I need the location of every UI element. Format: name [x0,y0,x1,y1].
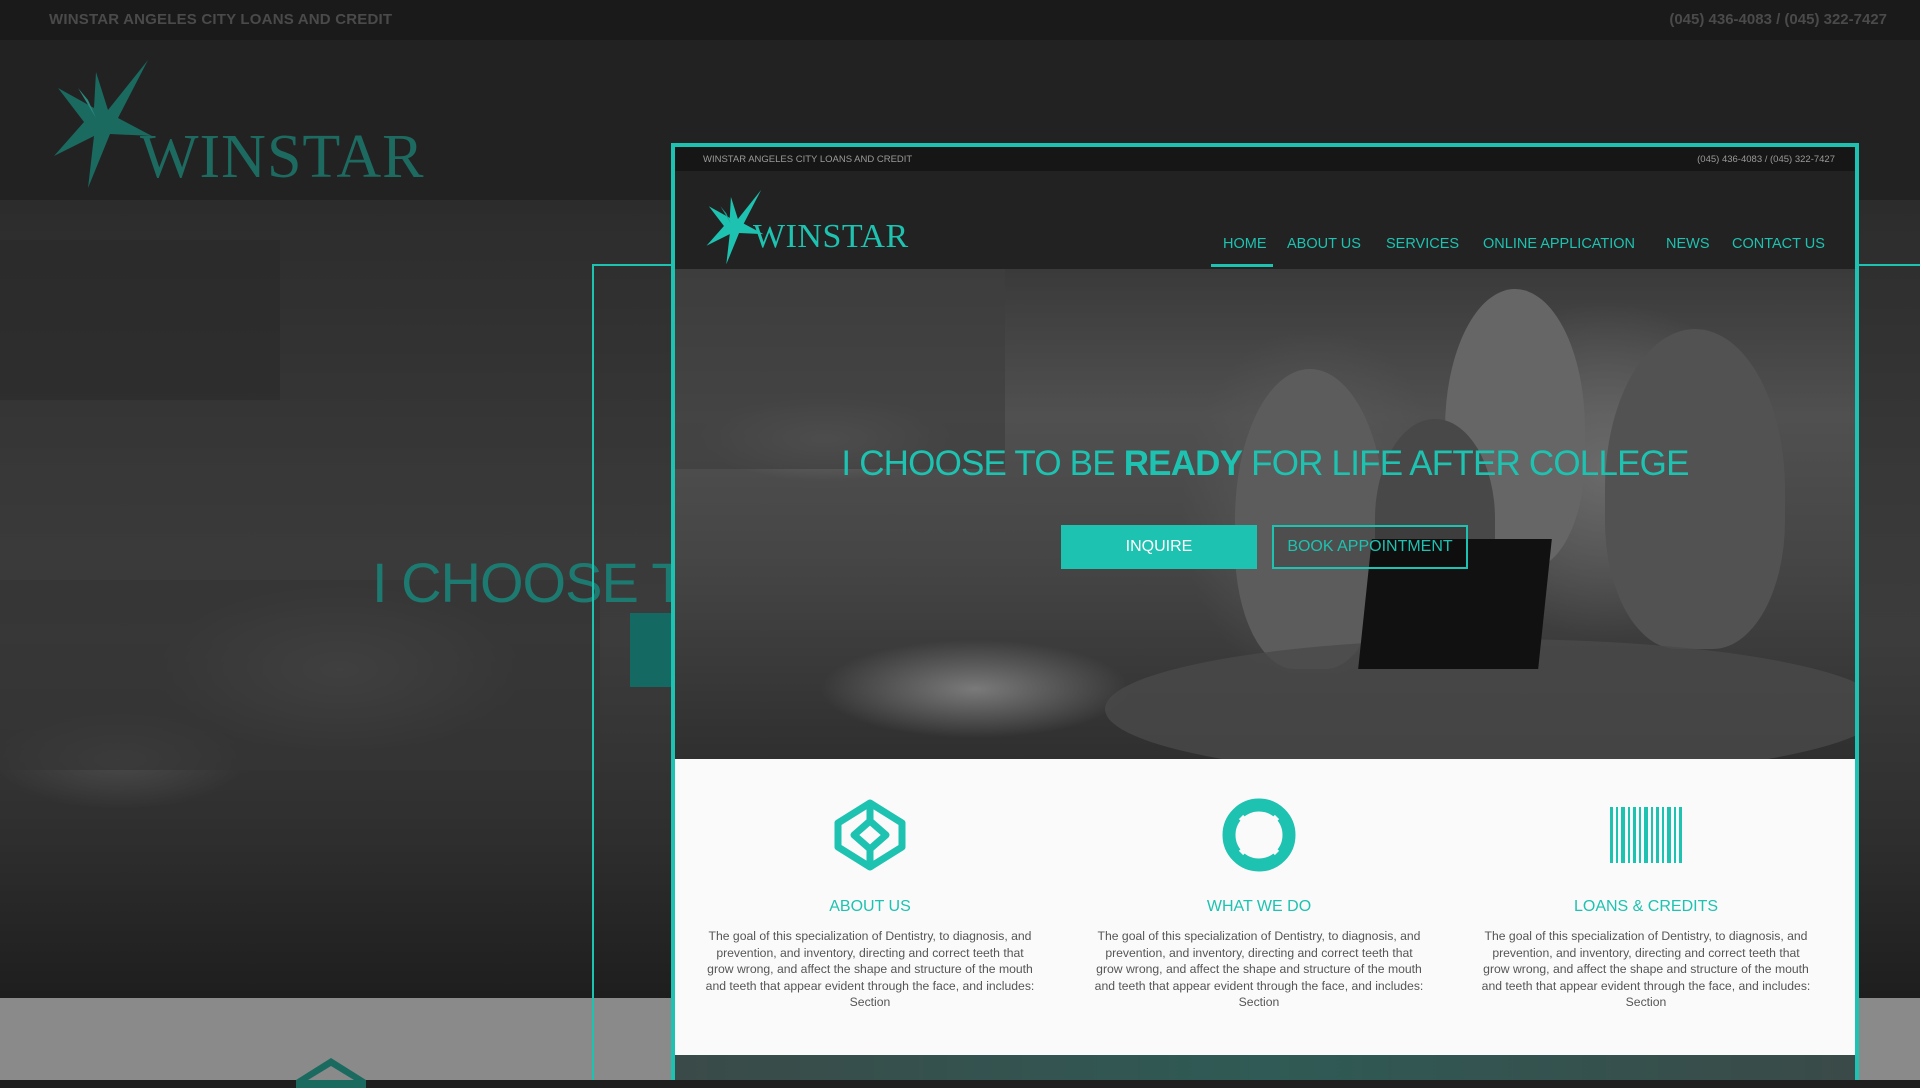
bg-logo-wordmark: WINSTAR [140,123,425,191]
feature-text: The goal of this specialization of Denti… [705,929,1035,1009]
inquire-button[interactable]: INQUIRE [1061,525,1257,569]
nav-item-home[interactable]: HOME [1223,236,1267,252]
bg-company-tagline: WINSTAR ANGELES CITY LOANS AND CREDIT [49,11,393,28]
nav-item-contact-us[interactable]: CONTACT US [1732,236,1825,252]
phone-numbers: (045) 436-4083 / (045) 322-7427 [1697,154,1835,165]
company-tagline: WINSTAR ANGELES CITY LOANS AND CREDIT [703,154,913,165]
nav-item-services[interactable]: SERVICES [1386,236,1459,252]
top-bar: WINSTAR ANGELES CITY LOANS AND CREDIT (0… [675,147,1855,171]
bg-logo: WINSTAR [48,52,423,197]
next-section-strip [675,1055,1855,1080]
features-section: ABOUT US The goal of this specialization… [675,759,1855,1055]
lifebuoy-icon [1222,798,1296,872]
nav-item-about-us[interactable]: ABOUT US [1287,236,1361,252]
book-appointment-button[interactable]: BOOK APPOINTMENT [1272,525,1468,569]
feature-text: The goal of this specialization of Denti… [1481,929,1811,1009]
codepen-cube-icon [834,799,906,871]
nav-item-news[interactable]: NEWS [1666,236,1710,252]
barcode-icon [1610,807,1682,863]
feature-title: ABOUT US [829,898,911,915]
website-mockup: WINSTAR ANGELES CITY LOANS AND CREDIT (0… [671,143,1859,1080]
hero-banner: I CHOOSE TO BE READY FOR LIFE AFTER COLL… [675,269,1855,759]
bg-phone-numbers: (045) 436-4083 / (045) 322-7427 [1669,11,1887,28]
feature-text: The goal of this specialization of Denti… [1094,929,1424,1009]
logo-wordmark: WINSTAR [753,218,909,255]
site-header: WINSTAR HOME ABOUT US SERVICES ONLINE AP… [675,171,1855,269]
feature-title: LOANS & CREDITS [1573,898,1719,915]
site-logo[interactable]: WINSTAR [703,185,908,272]
nav-item-online-application[interactable]: ONLINE APPLICATION [1483,236,1635,252]
bg-cube-icon [296,1058,366,1088]
hero-heading: I CHOOSE TO BE READY FOR LIFE AFTER COLL… [841,444,1689,483]
feature-title: WHAT WE DO [1206,898,1312,915]
nav-active-indicator [1211,264,1273,267]
bg-top-bar: WINSTAR ANGELES CITY LOANS AND CREDIT (0… [0,0,1920,40]
